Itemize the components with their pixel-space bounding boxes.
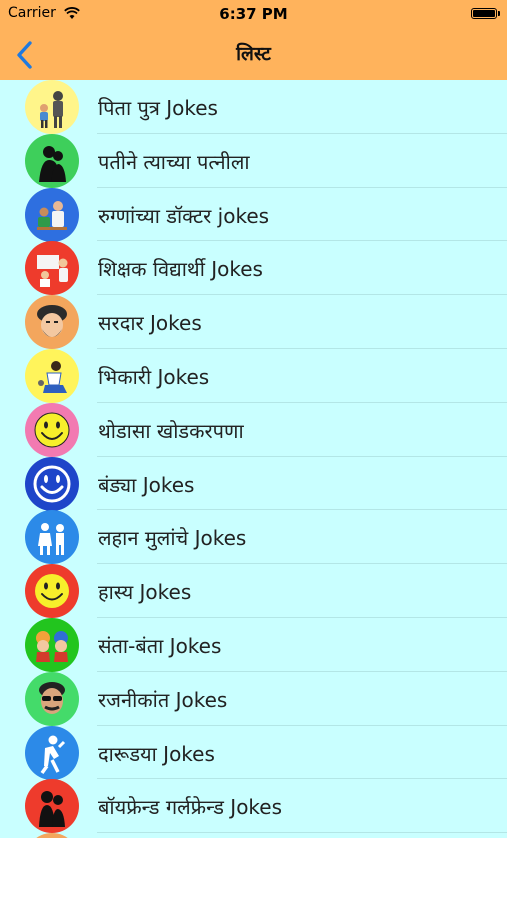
list-item-label: पतीने त्याच्या पत्नीला [98,149,250,174]
bf-gf-icon [25,779,79,834]
list-item[interactable]: शिक्षक विद्यार्थी Jokes [0,241,507,296]
santa-banta-icon [25,617,79,672]
list-item-label: संता-बंता Jokes [98,633,222,658]
sardar-face-icon [25,295,79,350]
list-item[interactable]: हास्य Jokes [0,564,507,619]
list-item-label: सरदार Jokes [98,311,202,336]
next-item-icon [25,833,79,838]
list-item[interactable]: सरदार Jokes [0,295,507,350]
list-item[interactable]: पिता पुत्र Jokes [0,80,507,134]
list-item[interactable]: बंड्या Jokes [0,456,507,511]
list-item[interactable]: दारूडया Jokes [0,725,507,780]
list-item[interactable]: लहान मुलांचे Jokes [0,510,507,565]
list-item[interactable]: संता-बंता Jokes [0,617,507,672]
list-item-label: पिता पुत्र Jokes [98,96,218,120]
page-title: लिस्ट [236,43,271,65]
smiley-pink-icon [25,402,79,457]
list-item-label: रुग्णांच्या डॉक्टर jokes [98,203,270,228]
list-item-label: लहान मुलांचे Jokes [98,526,247,551]
couple-silhouette-icon [25,133,79,188]
jokes-category-list[interactable]: पिता पुत्र Jokes पतीने त्याच्या पत्नीला रु… [0,80,507,838]
list-item[interactable]: पतीने त्याच्या पत्नीला [0,133,507,188]
status-time: 6:37 PM [219,5,288,23]
battery-tip [498,11,500,16]
father-son-icon [25,80,79,134]
list-item[interactable]: बॉयफ्रेन्ड गर्लफ्रेन्ड Jokes [0,779,507,834]
smiley-blue-icon [25,456,79,511]
list-item-label: बॉयफ्रेन्ड गर्लफ्रेन्ड Jokes [98,795,283,820]
list-item-label: थोडासा खोडकरपणा [98,418,244,443]
smiley-red-icon [25,564,79,619]
list-item-label: भिकारी Jokes [98,364,210,389]
rajinikanth-icon [25,671,79,726]
list-item[interactable]: थोडासा खोडकरपणा [0,402,507,457]
list-item-label: हास्य Jokes [98,580,192,605]
list-item-label: रजनीकांत Jokes [98,687,228,712]
drunkard-icon [25,725,79,780]
list-item[interactable] [0,833,507,838]
list-item[interactable]: रजनीकांत Jokes [0,671,507,726]
navigation-bar: लिस्ट [0,28,507,80]
battery-icon [471,8,497,19]
list-item-label: दारूडया Jokes [98,741,215,766]
list-item[interactable]: रुग्णांच्या डॉक्टर jokes [0,187,507,242]
list-item-label: बंड्या Jokes [98,472,195,497]
beggar-icon [25,348,79,403]
teacher-student-icon [25,241,79,296]
status-bar: Carrier 6:37 PM [0,0,507,28]
doctor-patient-icon [25,187,79,242]
list-item[interactable]: भिकारी Jokes [0,348,507,403]
list-item-label: शिक्षक विद्यार्थी Jokes [98,257,263,282]
children-icon [25,510,79,565]
